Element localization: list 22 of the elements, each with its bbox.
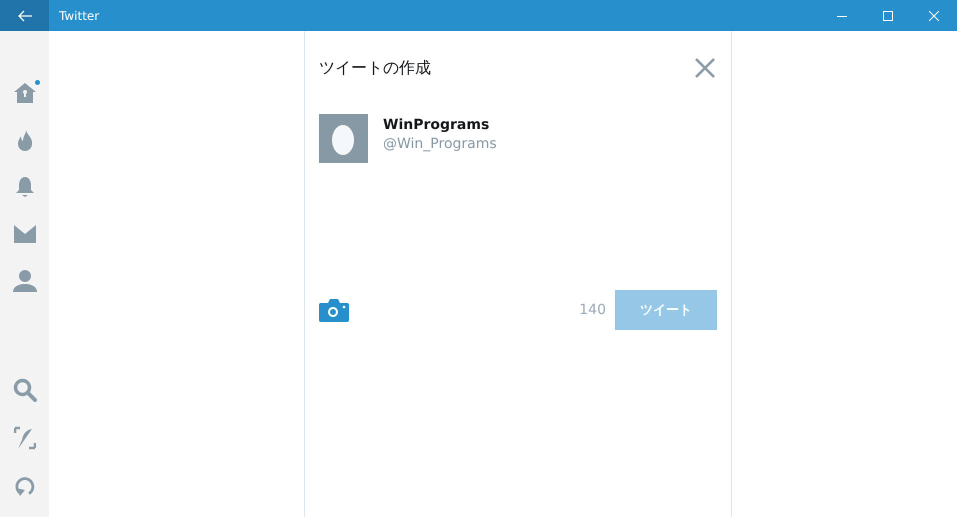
search-icon	[12, 378, 36, 402]
window-title: Twitter	[59, 8, 100, 22]
maximize-icon	[883, 10, 893, 20]
flame-icon	[16, 130, 32, 150]
unread-dot	[34, 80, 40, 85]
bell-icon	[14, 176, 34, 198]
close-button[interactable]	[693, 56, 717, 80]
quill-icon	[14, 426, 36, 450]
envelope-icon	[14, 225, 36, 243]
character-counter: 140	[579, 302, 606, 318]
camera-icon[interactable]	[319, 298, 349, 322]
close-icon	[929, 10, 939, 20]
back-button[interactable]	[0, 0, 49, 31]
birdhouse-icon	[14, 83, 36, 103]
refresh-icon	[14, 475, 36, 497]
person-icon	[12, 270, 36, 292]
user-name: WinPrograms	[383, 117, 490, 133]
dialog-title: ツイートの作成	[319, 58, 431, 78]
back-arrow-icon	[18, 10, 32, 22]
avatar	[319, 114, 368, 163]
close-icon	[693, 56, 717, 80]
user-handle: @Win_Programs	[383, 136, 497, 152]
